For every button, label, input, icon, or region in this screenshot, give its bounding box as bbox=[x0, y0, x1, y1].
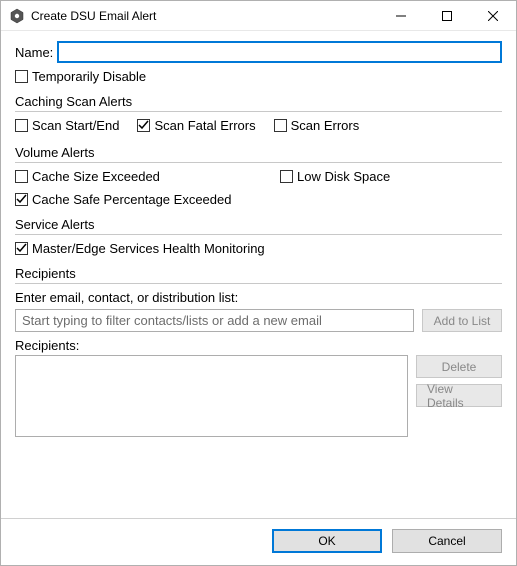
ok-button[interactable]: OK bbox=[272, 529, 382, 553]
scan-fatal-errors-checkbox[interactable] bbox=[137, 119, 150, 132]
app-icon bbox=[9, 8, 25, 24]
low-disk-space-label: Low Disk Space bbox=[297, 169, 390, 184]
temporarily-disable-label: Temporarily Disable bbox=[32, 69, 146, 84]
health-monitoring-row: Master/Edge Services Health Monitoring bbox=[15, 241, 502, 256]
temporarily-disable-checkbox[interactable] bbox=[15, 70, 28, 83]
volume-alerts-section: Volume Alerts Cache Size Exceeded bbox=[15, 145, 502, 211]
scan-errors-label: Scan Errors bbox=[291, 118, 360, 133]
scan-fatal-errors-label: Scan Fatal Errors bbox=[154, 118, 255, 133]
scan-errors-checkbox[interactable] bbox=[274, 119, 287, 132]
temporarily-disable-row: Temporarily Disable bbox=[15, 69, 502, 84]
cache-size-exceeded-checkbox[interactable] bbox=[15, 170, 28, 183]
view-details-button[interactable]: View Details bbox=[416, 384, 502, 407]
health-monitoring-checkbox[interactable] bbox=[15, 242, 28, 255]
scan-start-end-label: Scan Start/End bbox=[32, 118, 119, 133]
recipients-filter-input[interactable] bbox=[15, 309, 414, 332]
recipients-prompt: Enter email, contact, or distribution li… bbox=[15, 290, 502, 305]
cache-safe-percentage-exceeded-label: Cache Safe Percentage Exceeded bbox=[32, 192, 231, 207]
maximize-button[interactable] bbox=[424, 1, 470, 31]
cache-size-exceeded-row: Cache Size Exceeded bbox=[15, 169, 280, 184]
volume-alerts-heading: Volume Alerts bbox=[15, 145, 502, 160]
scan-fatal-errors-row: Scan Fatal Errors bbox=[137, 118, 255, 133]
cache-safe-percentage-exceeded-row: Cache Safe Percentage Exceeded bbox=[15, 192, 280, 207]
low-disk-space-row: Low Disk Space bbox=[280, 169, 390, 184]
service-alerts-section: Service Alerts Master/Edge Services Heal… bbox=[15, 217, 502, 260]
recipients-heading: Recipients bbox=[15, 266, 502, 281]
add-to-list-button[interactable]: Add to List bbox=[422, 309, 502, 332]
caching-scan-alerts-section: Caching Scan Alerts Scan Start/End Scan … bbox=[15, 94, 502, 139]
cancel-button[interactable]: Cancel bbox=[392, 529, 502, 553]
scan-errors-row: Scan Errors bbox=[274, 118, 360, 133]
scan-start-end-checkbox[interactable] bbox=[15, 119, 28, 132]
health-monitoring-label: Master/Edge Services Health Monitoring bbox=[32, 241, 265, 256]
name-row: Name: bbox=[15, 41, 502, 63]
cache-safe-percentage-exceeded-checkbox[interactable] bbox=[15, 193, 28, 206]
scan-start-end-row: Scan Start/End bbox=[15, 118, 119, 133]
recipients-section: Recipients Enter email, contact, or dist… bbox=[15, 266, 502, 437]
close-button[interactable] bbox=[470, 1, 516, 31]
dialog-button-bar: OK Cancel bbox=[1, 518, 516, 565]
recipients-listbox[interactable] bbox=[15, 355, 408, 437]
name-input[interactable] bbox=[57, 41, 502, 63]
title-bar: Create DSU Email Alert bbox=[1, 1, 516, 31]
dialog-content: Name: Temporarily Disable Caching Scan A… bbox=[1, 31, 516, 518]
delete-button[interactable]: Delete bbox=[416, 355, 502, 378]
caching-scan-alerts-heading: Caching Scan Alerts bbox=[15, 94, 502, 109]
service-alerts-heading: Service Alerts bbox=[15, 217, 502, 232]
name-label: Name: bbox=[15, 45, 53, 60]
recipients-list-label: Recipients: bbox=[15, 338, 502, 353]
cache-size-exceeded-label: Cache Size Exceeded bbox=[32, 169, 160, 184]
low-disk-space-checkbox[interactable] bbox=[280, 170, 293, 183]
minimize-button[interactable] bbox=[378, 1, 424, 31]
window-title: Create DSU Email Alert bbox=[31, 9, 156, 23]
